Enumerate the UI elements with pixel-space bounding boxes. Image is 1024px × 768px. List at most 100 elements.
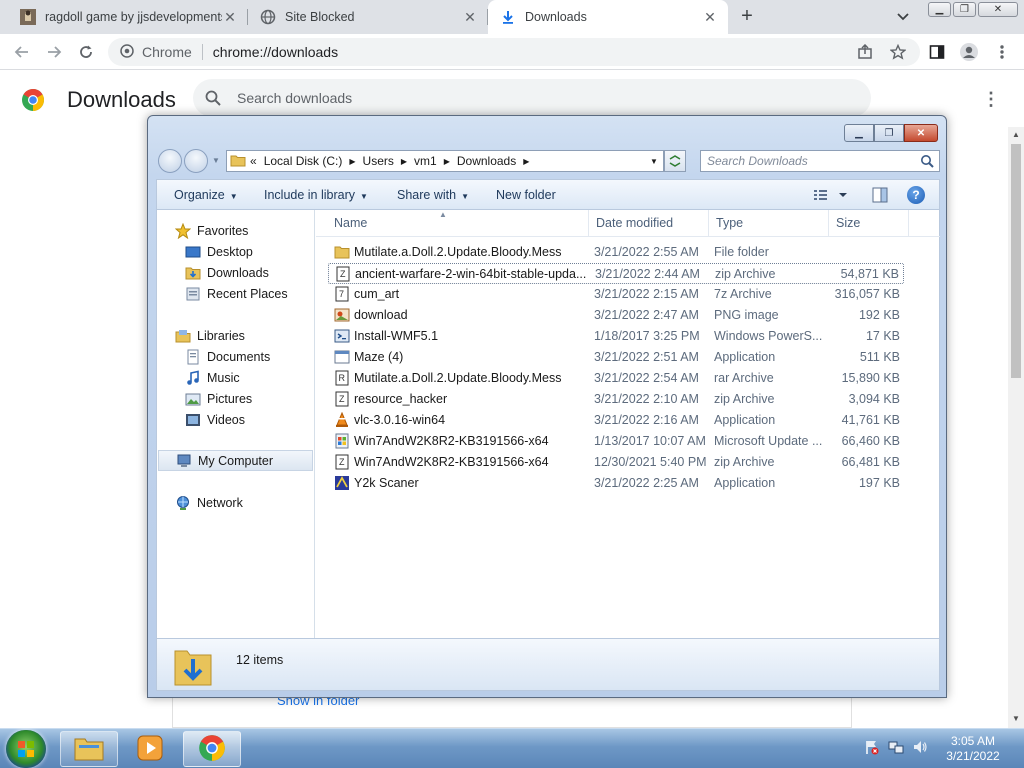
breadcrumb-item[interactable]: Users — [363, 154, 394, 168]
downloads-search-input[interactable]: Search downloads — [193, 79, 871, 117]
dropdown-arrow-icon: ▼ — [360, 192, 368, 201]
file-row[interactable]: Y2k Scaner 3/21/2022 2:25 AM Application… — [328, 473, 904, 494]
file-row[interactable]: Z ancient-warfare-2-win-64bit-stable-upd… — [328, 263, 904, 284]
breadcrumb-separator-icon[interactable]: ▶ — [523, 157, 529, 166]
nav-videos[interactable]: Videos — [157, 409, 314, 430]
downloads-more-actions-icon[interactable]: ⋮ — [982, 90, 1000, 108]
file-type: zip Archive — [714, 392, 775, 406]
preview-pane-icon[interactable] — [872, 187, 888, 203]
file-row[interactable]: download 3/21/2022 2:47 AM PNG image 192… — [328, 305, 904, 326]
column-header-type[interactable]: Type — [709, 210, 829, 237]
nav-desktop[interactable]: Desktop — [157, 241, 314, 262]
nav-my-computer[interactable]: My Computer — [158, 450, 313, 471]
breadcrumb-item[interactable]: vm1 — [414, 154, 437, 168]
tab-site-blocked[interactable]: Site Blocked ✕ — [248, 0, 488, 34]
chrome-site-icon — [120, 43, 134, 61]
new-folder-button[interactable]: New folder — [496, 188, 556, 202]
nav-music[interactable]: Music — [157, 367, 314, 388]
new-tab-button[interactable]: + — [736, 6, 758, 27]
nav-favorites[interactable]: Favorites — [157, 220, 314, 241]
taskbar-chrome-button[interactable] — [183, 731, 241, 767]
minimize-window-button[interactable]: ▁ — [928, 2, 951, 17]
file-row[interactable]: vlc-3.0.16-win64 3/21/2022 2:16 AM Appli… — [328, 410, 904, 431]
file-row[interactable]: Win7AndW2K8R2-KB3191566-x64 1/13/2017 10… — [328, 431, 904, 452]
share-icon[interactable] — [855, 42, 875, 62]
explorer-command-bar: Organize ▼ Include in library ▼ Share with… — [156, 179, 940, 209]
taskbar-media-player-button[interactable] — [121, 731, 179, 767]
bookmark-star-icon[interactable] — [888, 42, 908, 62]
network-status-icon[interactable] — [888, 739, 904, 758]
file-row[interactable]: Mutilate.a.Doll.2.Update.Bloody.Mess 3/2… — [328, 242, 904, 263]
restore-window-button[interactable]: ❐ — [953, 2, 976, 17]
share-with-menu[interactable]: Share with ▼ — [397, 188, 469, 202]
file-name: download — [354, 308, 408, 322]
file-row[interactable]: Install-WMF5.1 1/18/2017 3:25 PM Windows… — [328, 326, 904, 347]
page-scrollbar[interactable]: ▲ ▼ — [1008, 127, 1024, 728]
taskbar-explorer-button[interactable] — [60, 731, 118, 767]
change-view-button[interactable] — [812, 187, 852, 203]
scroll-down-arrow-icon[interactable]: ▼ — [1012, 714, 1020, 723]
breadcrumb-separator-icon[interactable]: ▶ — [401, 157, 407, 166]
file-name: cum_art — [354, 287, 400, 301]
address-history-dropdown-icon[interactable]: ▼ — [645, 151, 663, 171]
url-text[interactable]: chrome://downloads — [213, 44, 338, 60]
action-center-flag-icon[interactable] — [864, 739, 880, 758]
column-header-size[interactable]: Size — [829, 210, 909, 237]
nav-label: Documents — [207, 349, 271, 364]
recent-pages-chevron-icon[interactable]: ▼ — [212, 156, 220, 165]
help-icon[interactable]: ? — [907, 186, 925, 204]
forward-button[interactable] — [44, 42, 64, 62]
column-header-name[interactable]: Name ▲ — [316, 210, 589, 237]
tab-ragdoll[interactable]: ragdoll game by jjsdevelopments ✕ — [8, 0, 248, 34]
close-tab-icon[interactable]: ✕ — [222, 9, 238, 25]
explorer-address-bar[interactable]: « Local Disk (C:) ▶ Users ▶ vm1 ▶ Downlo… — [226, 150, 664, 172]
reload-button[interactable] — [76, 42, 96, 62]
tab-downloads[interactable]: Downloads ✕ — [488, 0, 728, 34]
explorer-close-button[interactable]: ✕ — [904, 124, 938, 142]
nav-network[interactable]: Network — [157, 492, 314, 513]
file-row[interactable]: Z Win7AndW2K8R2-KB3191566-x64 12/30/2021… — [328, 452, 904, 473]
breadcrumb-item[interactable]: Local Disk (C:) — [264, 154, 343, 168]
side-panel-icon[interactable] — [927, 42, 947, 62]
breadcrumb-overflow[interactable]: « — [250, 154, 257, 168]
explorer-back-button[interactable] — [158, 149, 182, 173]
file-row[interactable]: Z resource_hacker 3/21/2022 2:10 AM zip … — [328, 389, 904, 410]
explorer-minimize-button[interactable]: ▁ — [844, 124, 874, 142]
navigation-pane: Favorites Desktop Downloads Recent Place… — [157, 210, 315, 638]
volume-icon[interactable] — [912, 739, 928, 758]
nav-downloads[interactable]: Downloads — [157, 262, 314, 283]
scrollbar-thumb[interactable] — [1011, 144, 1021, 378]
breadcrumb-item[interactable]: Downloads — [457, 154, 516, 168]
explorer-forward-button[interactable] — [184, 149, 208, 173]
file-row[interactable]: R Mutilate.a.Doll.2.Update.Bloody.Mess 3… — [328, 368, 904, 389]
start-button-windows-icon[interactable] — [6, 730, 46, 768]
close-tab-icon[interactable]: ✕ — [702, 9, 718, 25]
file-row[interactable]: Maze (4) 3/21/2022 2:51 AM Application 5… — [328, 347, 904, 368]
explorer-refresh-button[interactable] — [664, 150, 686, 172]
explorer-maximize-button[interactable]: ❐ — [874, 124, 904, 142]
close-window-button[interactable]: ✕ — [978, 2, 1018, 17]
nav-recent-places[interactable]: Recent Places — [157, 283, 314, 304]
taskbar-clock[interactable]: 3:05 AM 3/21/2022 — [940, 734, 1006, 764]
profile-avatar-icon[interactable] — [959, 42, 979, 62]
new-folder-label: New folder — [496, 188, 556, 202]
breadcrumb-separator-icon[interactable]: ▶ — [444, 157, 450, 166]
file-row[interactable]: 7 cum_art 3/21/2022 2:15 AM 7z Archive 3… — [328, 284, 904, 305]
breadcrumb-separator-icon[interactable]: ▶ — [349, 157, 355, 166]
column-header-date[interactable]: Date modified — [589, 210, 709, 237]
site-label: Chrome — [142, 44, 192, 60]
nav-documents[interactable]: Documents — [157, 346, 314, 367]
include-in-library-menu[interactable]: Include in library ▼ — [264, 188, 368, 202]
back-button[interactable] — [12, 42, 32, 62]
application-icon — [334, 349, 350, 365]
organize-menu[interactable]: Organize ▼ — [174, 188, 238, 202]
close-tab-icon[interactable]: ✕ — [462, 9, 478, 25]
tab-search-chevron-icon[interactable] — [896, 9, 914, 25]
page-title: Downloads — [67, 87, 176, 112]
nav-pictures[interactable]: Pictures — [157, 388, 314, 409]
nav-libraries[interactable]: Libraries — [157, 325, 314, 346]
scroll-up-arrow-icon[interactable]: ▲ — [1012, 130, 1020, 139]
chrome-menu-icon[interactable] — [992, 42, 1012, 62]
explorer-search-input[interactable]: Search Downloads — [700, 150, 940, 172]
address-bar[interactable]: Chrome chrome://downloads — [108, 38, 920, 66]
